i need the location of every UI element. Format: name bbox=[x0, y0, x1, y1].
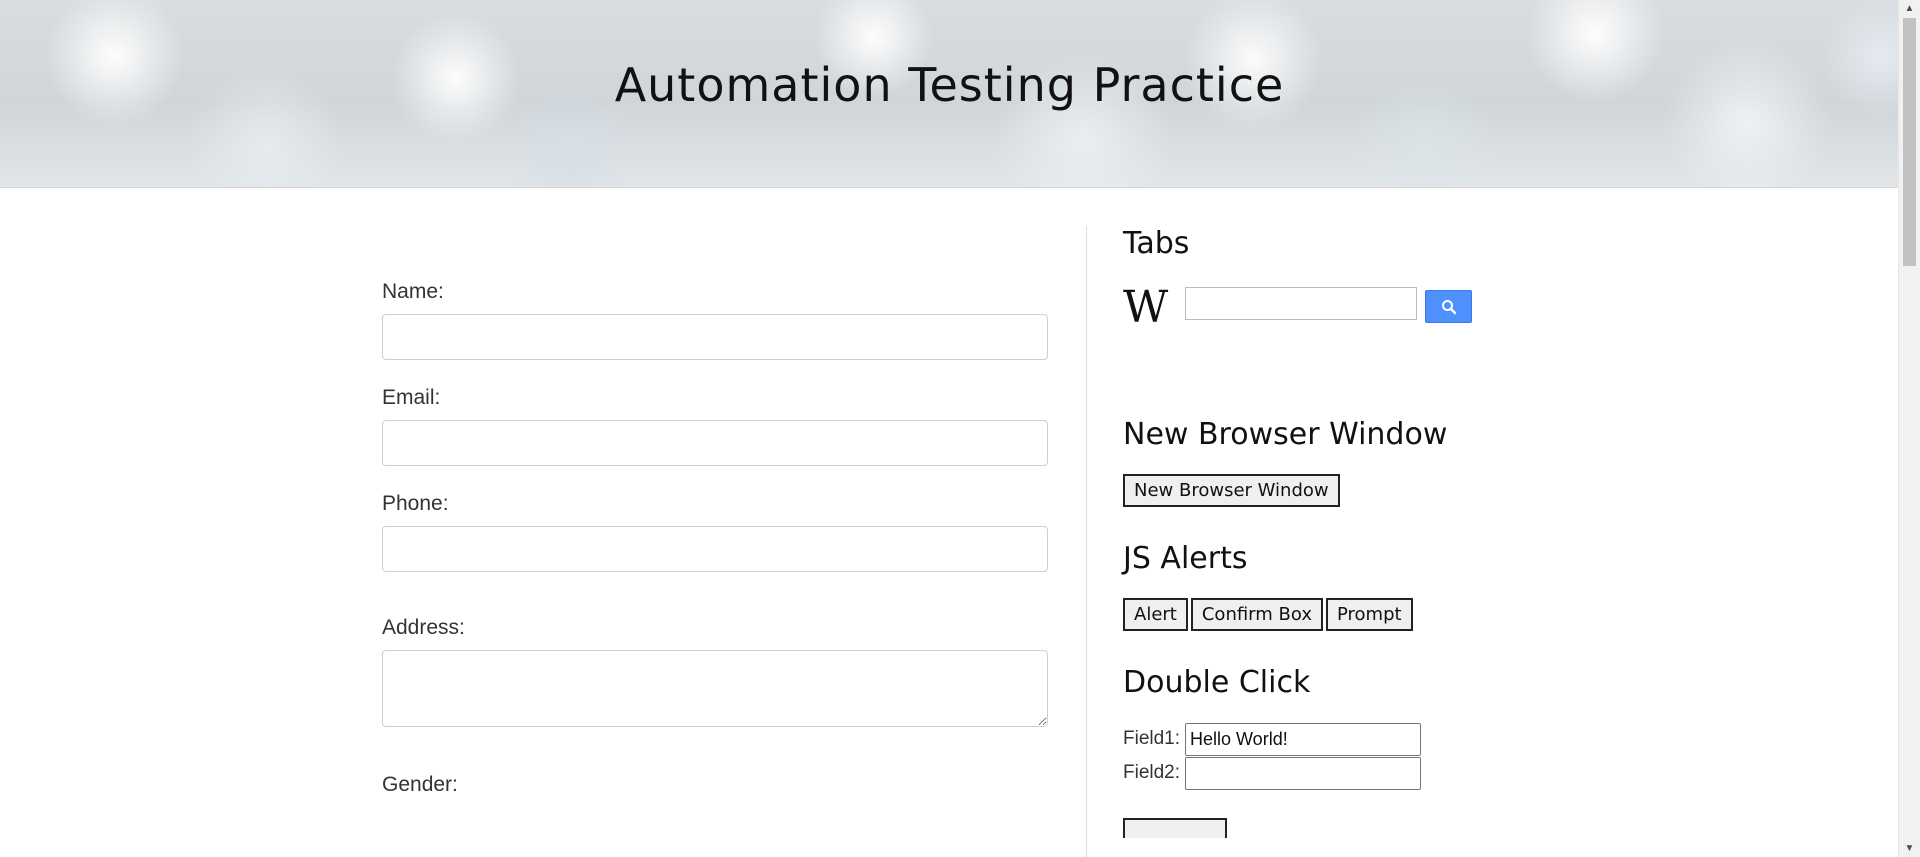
alerts-row: Alert Confirm Box Prompt bbox=[1123, 598, 1623, 631]
scroll-up-arrow-icon[interactable]: ▲ bbox=[1899, 0, 1920, 17]
column-divider bbox=[1086, 226, 1087, 857]
wikipedia-logo-icon: W bbox=[1123, 282, 1168, 333]
email-label: Email: bbox=[382, 386, 441, 409]
contact-form: Name: Email: Phone: Address: Gender: bbox=[382, 280, 1048, 807]
wikipedia-search-input[interactable] bbox=[1185, 287, 1417, 320]
new-browser-window-button[interactable]: New Browser Window bbox=[1123, 474, 1340, 507]
address-label: Address: bbox=[382, 616, 465, 639]
alert-button[interactable]: Alert bbox=[1123, 598, 1188, 631]
phone-input[interactable] bbox=[382, 526, 1048, 572]
scroll-down-arrow-icon[interactable]: ▼ bbox=[1899, 840, 1920, 857]
header-banner: Automation Testing Practice bbox=[0, 0, 1899, 188]
right-column: Tabs W New Browser Window New Browser Wi… bbox=[1123, 226, 1623, 838]
tabs-heading: Tabs bbox=[1123, 226, 1190, 261]
new-window-row: New Browser Window bbox=[1123, 474, 1623, 507]
phone-label: Phone: bbox=[382, 492, 449, 515]
field1-label: Field1: bbox=[1123, 728, 1181, 749]
confirm-box-button[interactable]: Confirm Box bbox=[1190, 598, 1323, 631]
double-click-fields: Field1: Field2: bbox=[1123, 722, 1623, 838]
page: Automation Testing Practice Name: Email:… bbox=[0, 0, 1920, 857]
scrollbar-thumb[interactable] bbox=[1903, 18, 1916, 266]
js-alerts-heading: JS Alerts bbox=[1123, 541, 1248, 576]
field1-row: Field1: bbox=[1123, 722, 1623, 756]
search-icon bbox=[1441, 299, 1456, 314]
double-click-heading: Double Click bbox=[1123, 665, 1311, 700]
copy-text-button[interactable] bbox=[1123, 818, 1227, 838]
field2-row: Field2: bbox=[1123, 756, 1623, 790]
address-textarea[interactable] bbox=[382, 650, 1048, 727]
name-label: Name: bbox=[382, 280, 444, 303]
page-title: Automation Testing Practice bbox=[614, 58, 1285, 112]
vertical-scrollbar[interactable]: ▲ ▼ bbox=[1898, 0, 1920, 857]
field2-label: Field2: bbox=[1123, 762, 1181, 783]
field1-input[interactable] bbox=[1185, 722, 1421, 756]
prompt-button[interactable]: Prompt bbox=[1326, 598, 1413, 631]
new-window-heading: New Browser Window bbox=[1123, 417, 1448, 452]
wikipedia-search: W bbox=[1123, 285, 1623, 331]
gender-label: Gender: bbox=[382, 773, 458, 796]
wikipedia-search-button[interactable] bbox=[1425, 290, 1472, 323]
name-input[interactable] bbox=[382, 314, 1048, 360]
email-input[interactable] bbox=[382, 420, 1048, 466]
field2-input[interactable] bbox=[1185, 756, 1421, 790]
